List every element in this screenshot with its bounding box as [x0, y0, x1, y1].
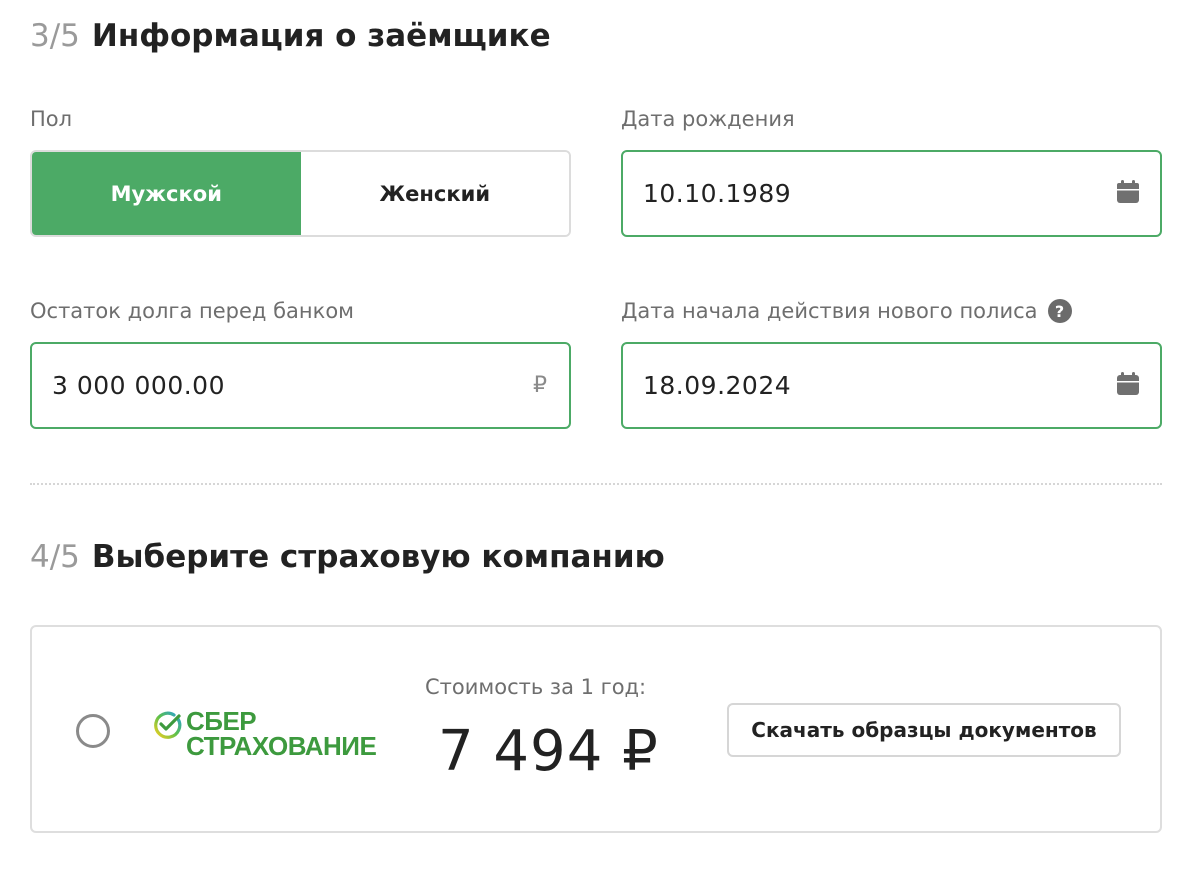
sber-insurance-logo: СБЕР СТРАХОВАНИЕ [152, 708, 377, 761]
section-divider [30, 483, 1162, 485]
insurer-radio[interactable] [76, 714, 110, 748]
gender-toggle: Мужской Женский [30, 150, 571, 237]
gender-option-female[interactable]: Женский [300, 152, 569, 235]
birth-date-input[interactable]: 10.10.1989 [621, 150, 1162, 237]
policy-start-value: 18.09.2024 [643, 371, 792, 400]
section-title-choose-insurer: 4/5 Выберите страховую компанию [30, 539, 665, 575]
help-icon[interactable]: ? [1047, 299, 1072, 323]
birth-date-label: Дата рождения [621, 107, 795, 131]
logo-line2: СТРАХОВАНИЕ [186, 731, 377, 761]
debt-input[interactable]: 3 000 000.00 ₽ [30, 342, 571, 429]
debt-value: 3 000 000.00 [52, 371, 225, 400]
policy-start-label-text: Дата начала действия нового полиса [621, 299, 1038, 323]
section-title-text: Информация о заёмщике [91, 18, 551, 54]
gender-label: Пол [30, 107, 73, 131]
insurer-card[interactable]: СБЕР СТРАХОВАНИЕ Стоимость за 1 год: 7 4… [30, 625, 1162, 833]
sber-check-icon [152, 710, 182, 744]
step-number: 3/5 [30, 18, 80, 54]
calendar-icon[interactable] [1116, 371, 1140, 400]
debt-label: Остаток долга перед банком [30, 299, 355, 323]
section-title-text: Выберите страховую компанию [91, 539, 665, 575]
download-documents-button[interactable]: Скачать образцы документов [727, 703, 1121, 757]
calendar-icon[interactable] [1116, 179, 1140, 208]
gender-option-male[interactable]: Мужской [32, 152, 301, 235]
price-value: 7 494 ₽ [438, 719, 659, 784]
policy-start-input[interactable]: 18.09.2024 [621, 342, 1162, 429]
birth-date-value: 10.10.1989 [643, 179, 792, 208]
section-title-borrower-info: 3/5 Информация о заёмщике [30, 18, 551, 54]
ruble-sign: ₽ [533, 373, 547, 398]
step-number: 4/5 [30, 539, 80, 575]
price-label: Стоимость за 1 год: [425, 675, 647, 699]
policy-start-label: Дата начала действия нового полиса ? [621, 299, 1072, 323]
